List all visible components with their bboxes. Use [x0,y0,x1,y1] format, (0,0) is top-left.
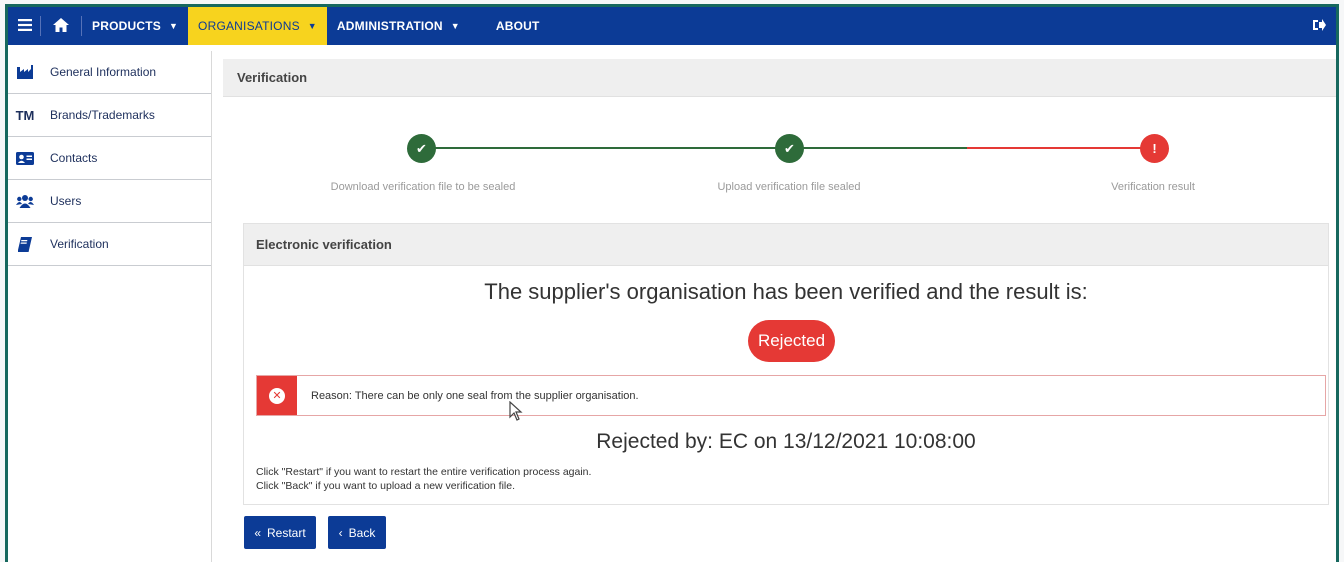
top-navbar: PRODUCTS ▼ ORGANISATIONS ▼ ADMINISTRATIO… [8,7,1336,45]
main-content: Verification ✔ ✔ ! Download verification… [223,59,1336,562]
error-circle-icon: ✕ [269,387,285,404]
logout-button[interactable] [1303,7,1336,45]
nav-products[interactable]: PRODUCTS ▼ [82,7,188,45]
nav-about[interactable]: ABOUT [470,7,566,45]
caret-down-icon: ▼ [307,21,317,31]
page-title: Verification [223,59,1336,97]
electronic-verification-title: Electronic verification [244,224,1328,266]
sidebar-item-label: Brands/Trademarks [50,108,155,122]
reason-text: Reason: There can be only one seal from … [311,389,639,402]
caret-down-icon: ▼ [168,21,179,31]
status-badge: Rejected [748,320,835,362]
logout-icon [1313,18,1326,34]
caret-down-icon: ▼ [450,21,460,31]
sidebar-item-label: Contacts [50,151,98,165]
step-2-check-icon: ✔ [775,134,804,163]
sidebar-item-contacts[interactable]: Contacts [8,137,211,180]
step-connector [433,147,793,149]
sidebar-item-verification[interactable]: Verification [8,223,211,266]
sidebar-item-brands-trademarks[interactable]: TM Brands/Trademarks [8,94,211,137]
sidebar-item-users[interactable]: Users [8,180,211,223]
hamburger-menu-button[interactable] [8,7,40,45]
help-restart-text: Click "Restart" if you want to restart t… [256,466,592,478]
factory-icon [10,65,40,79]
step-1-check-icon: ✔ [407,134,436,163]
sidebar: General Information TM Brands/Trademarks… [8,51,212,562]
reason-alert: ✕ Reason: There can be only one seal fro… [256,375,1326,416]
rejected-by-text: Rejected by: EC on 13/12/2021 10:08:00 [596,430,976,453]
nav-administration[interactable]: ADMINISTRATION ▼ [327,7,470,45]
contact-card-icon [10,151,40,165]
step-connector [793,147,967,149]
back-button[interactable]: ‹ Back [328,516,386,549]
double-chevron-left-icon: « [254,525,261,540]
step-1-label: Download verification file to be sealed [330,181,516,193]
chevron-left-icon: ‹ [338,525,343,540]
restart-button[interactable]: « Restart [244,516,316,549]
sidebar-item-general-information[interactable]: General Information [8,51,211,94]
users-icon [10,194,40,208]
home-icon [53,17,69,35]
sidebar-item-label: Users [50,194,82,208]
trademark-icon: TM [15,107,35,123]
verification-stepper: ✔ ✔ ! Download verification file to be s… [223,97,1336,221]
electronic-verification-panel: Electronic verification The supplier's o… [243,223,1329,505]
step-connector [967,147,1147,149]
help-back-text: Click "Back" if you want to upload a new… [256,480,515,492]
home-button[interactable] [41,7,81,45]
app-frame: PRODUCTS ▼ ORGANISATIONS ▼ ADMINISTRATIO… [5,4,1339,562]
book-icon [10,236,40,252]
mouse-cursor-icon [509,400,523,426]
result-heading: The supplier's organisation has been ver… [484,279,1088,304]
sidebar-item-label: General Information [50,65,157,79]
hamburger-icon [18,18,32,34]
step-3-label: Verification result [1111,181,1195,193]
step-3-error-icon: ! [1140,134,1169,163]
step-2-label: Upload verification file sealed [717,181,861,193]
sidebar-item-label: Verification [50,237,109,251]
nav-organisations[interactable]: ORGANISATIONS ▼ [188,7,327,45]
